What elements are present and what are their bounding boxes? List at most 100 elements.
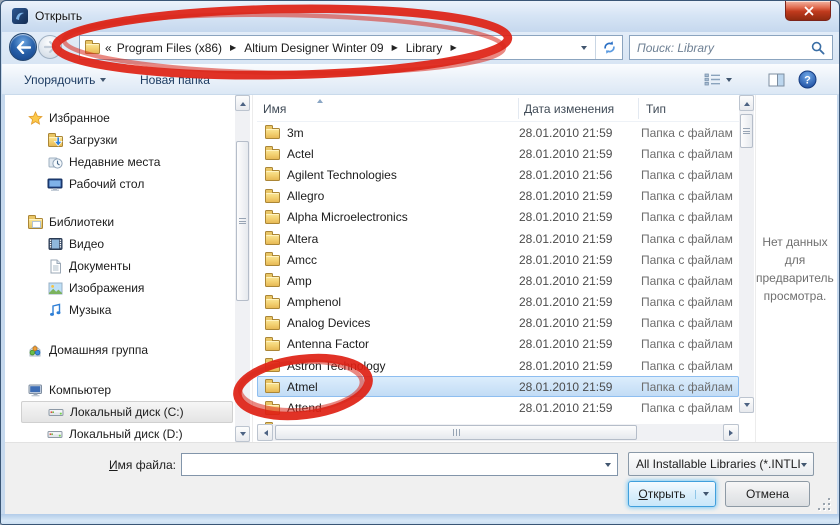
file-date: 28.01.2010 21:59: [519, 358, 613, 373]
address-bar[interactable]: «Program Files (x86) ▶ Altium Designer Win…: [79, 35, 623, 60]
sidebar-item[interactable]: Локальный диск (C:): [21, 401, 233, 423]
scroll-up-button[interactable]: [235, 95, 250, 111]
sidebar-group-label: Домашняя группа: [49, 343, 149, 357]
sidebar-item-label: Недавние места: [69, 155, 161, 169]
cancel-button[interactable]: Отмена: [725, 481, 810, 507]
file-type: Папка с файлами: [641, 252, 733, 267]
help-button[interactable]: ?: [794, 69, 821, 90]
breadcrumb-segment[interactable]: Library: [404, 39, 445, 57]
file-row[interactable]: Agilent Technologies 28.01.2010 21:56 Папк…: [257, 164, 739, 185]
file-name: Atmel: [287, 379, 318, 394]
column-header-type[interactable]: Тип: [646, 102, 666, 116]
sidebar-group-3[interactable]: Компьютер: [5, 379, 235, 401]
sidebar-item[interactable]: Недавние места: [5, 151, 235, 173]
file-type: Папка с файлами: [641, 379, 733, 394]
chevron-down-icon[interactable]: [605, 463, 611, 470]
back-button[interactable]: [9, 33, 37, 61]
address-dropdown-button[interactable]: [573, 36, 595, 59]
documents-icon: [47, 258, 63, 274]
folder-icon: [264, 167, 280, 183]
sidebar-item[interactable]: Локальный диск (D:): [5, 423, 235, 442]
sidebar-item[interactable]: Загрузки: [5, 129, 235, 151]
column-separator: [518, 98, 519, 119]
forward-button[interactable]: [38, 35, 62, 59]
column-header-date[interactable]: Дата изменения: [524, 102, 614, 116]
open-split-arrow[interactable]: [695, 489, 715, 499]
grip-lines: [458, 429, 460, 436]
filename-input[interactable]: [182, 454, 605, 475]
sidebar-group-1[interactable]: Библиотеки: [5, 211, 235, 233]
file-row[interactable]: Analog Devices 28.01.2010 21:59 Папка с фа…: [257, 313, 739, 334]
file-name: Astron Technology: [287, 358, 386, 373]
preview-message: Нет данных для предварительного просмотр…: [756, 234, 834, 303]
scroll-thumb[interactable]: [275, 425, 637, 440]
disk-icon: [48, 404, 64, 420]
homegroup-icon: [27, 342, 43, 358]
scroll-down-button[interactable]: [235, 426, 250, 442]
sidebar-group-2[interactable]: Домашняя группа: [5, 339, 235, 361]
sidebar-item[interactable]: Музыка: [5, 299, 235, 321]
list-horizontal-scrollbar[interactable]: [257, 424, 739, 441]
file-row[interactable]: Allegro 28.01.2010 21:59 Папка с файлами: [257, 186, 739, 207]
grip-lines: [239, 218, 246, 219]
sidebar-item[interactable]: Рабочий стол: [5, 173, 235, 195]
triangle-down-icon: [239, 431, 246, 439]
close-button[interactable]: [785, 1, 831, 21]
breadcrumb-segment[interactable]: Program Files (x86): [115, 39, 224, 57]
file-date: 28.01.2010 21:59: [519, 337, 613, 352]
title-bar[interactable]: Открыть: [1, 1, 839, 32]
file-row[interactable]: Amp 28.01.2010 21:59 Папка с файлами: [257, 270, 739, 291]
file-type: Папка с файлами: [641, 337, 733, 352]
scroll-up-button[interactable]: [739, 95, 754, 111]
file-row[interactable]: Amcc 28.01.2010 21:59 Папка с файлами: [257, 249, 739, 270]
sidebar-item[interactable]: Видео: [5, 233, 235, 255]
file-row[interactable]: Altera 28.01.2010 21:59 Папка с файлами: [257, 228, 739, 249]
resize-grip[interactable]: [815, 497, 831, 511]
file-row[interactable]: 3m 28.01.2010 21:59 Папка с файлами: [257, 122, 739, 143]
file-row[interactable]: Actel 28.01.2010 21:59 Папка с файлами: [257, 143, 739, 164]
open-button[interactable]: Открыть: [628, 481, 716, 507]
command-toolbar: Упорядочить Новая папка ?: [2, 64, 839, 95]
preview-pane-button[interactable]: [760, 69, 793, 90]
column-header-name[interactable]: Имя: [263, 102, 286, 116]
breadcrumb-separator-icon[interactable]: ▶: [224, 43, 242, 52]
folder-icon: [264, 294, 280, 310]
scroll-thumb[interactable]: [236, 141, 249, 301]
file-row[interactable]: Alpha Microelectronics 28.01.2010 21:59 Па…: [257, 207, 739, 228]
sidebar-group-0[interactable]: Избранное: [5, 107, 235, 129]
folder-icon: [264, 336, 280, 352]
breadcrumb-overflow-chevron[interactable]: «: [100, 41, 115, 55]
search-icon[interactable]: [811, 38, 832, 58]
new-folder-label: Новая папка: [140, 72, 210, 87]
file-row[interactable]: Antenna Factor 28.01.2010 21:59 Папка с фа…: [257, 334, 739, 355]
sidebar-item[interactable]: Документы: [5, 255, 235, 277]
sidebar-scrollbar[interactable]: [235, 95, 250, 442]
scroll-right-button[interactable]: [723, 424, 739, 441]
forward-arrow-icon: [44, 41, 57, 53]
scroll-left-button[interactable]: [257, 424, 273, 441]
scroll-thumb[interactable]: [740, 114, 753, 148]
file-row[interactable]: Astron Technology 28.01.2010 21:59 Папка с…: [257, 355, 739, 376]
folder-icon: [264, 252, 280, 268]
file-row[interactable]: Amphenol 28.01.2010 21:59 Папка с файлами: [257, 292, 739, 313]
triangle-up-icon: [743, 99, 750, 106]
list-vertical-scrollbar[interactable]: [739, 95, 754, 413]
scroll-down-button[interactable]: [739, 397, 754, 413]
file-row[interactable]: Atmel 28.01.2010 21:59 Папка с файлами: [257, 376, 739, 398]
filetype-select[interactable]: All Installable Libraries (*.INTLIB: [628, 452, 814, 476]
sidebar-item-label: Загрузки: [69, 133, 118, 147]
file-type: Папка с файлами: [641, 358, 733, 373]
search-input[interactable]: [630, 40, 811, 55]
sort-ascending-icon: [317, 96, 323, 103]
new-folder-button[interactable]: Новая папка: [132, 69, 218, 90]
breadcrumb-separator-icon[interactable]: ▶: [386, 43, 404, 52]
sidebar-item[interactable]: Изображения: [5, 277, 235, 299]
breadcrumb-segment[interactable]: Altium Designer Winter 09: [242, 39, 385, 57]
organize-button[interactable]: Упорядочить: [16, 69, 114, 90]
views-button[interactable]: [696, 69, 740, 90]
pictures-icon: [47, 280, 63, 296]
file-row[interactable]: Attend 28.01.2010 21:59 Папка с файлами: [257, 397, 739, 418]
preview-pane-icon: [768, 73, 785, 86]
refresh-button[interactable]: [595, 36, 622, 59]
breadcrumb-separator-icon[interactable]: ▶: [444, 43, 462, 52]
